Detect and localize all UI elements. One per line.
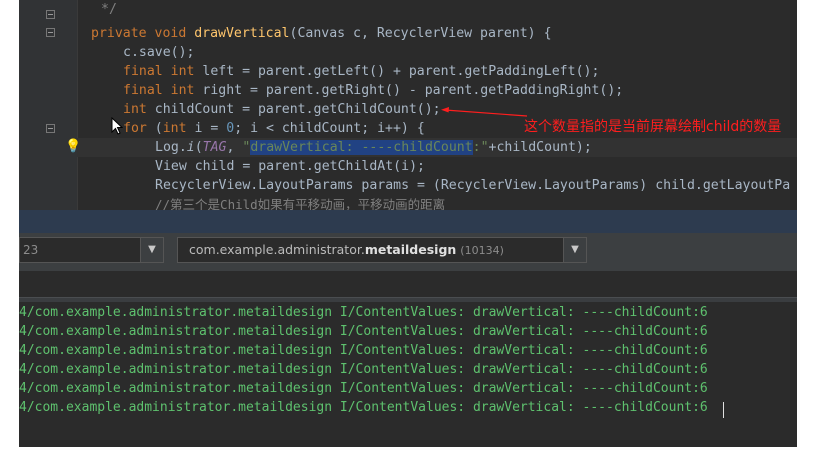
code-line-log: Log.i(TAG, "drawVertical: ----childCount… [155,140,592,155]
log-line: 4/com.example.administrator.metaildesign… [19,381,708,396]
code-line: for (int i = 0; i < childCount; i++) { [123,121,425,136]
panel-divider[interactable] [19,297,797,302]
log-line: 4/com.example.administrator.metaildesign… [19,343,708,358]
log-line: 4/com.example.administrator.metaildesign… [19,305,708,320]
red-arrow-icon [441,107,528,117]
editor-gutter [19,0,78,210]
fold-marker-icon[interactable] [46,28,55,37]
screenshot: 💡 */ private void drawVertical(Canvas c,… [19,0,797,447]
annotation-note: 这个数量指的是当前屏幕绘制child的数量 [524,119,782,135]
dropdown-arrow-icon[interactable]: ▼ [140,238,163,262]
code-line: final int left = parent.getLeft() + pare… [123,64,600,79]
code-line: View child = parent.getChildAt(i); [155,159,425,174]
process-dropdown[interactable]: com.example.administrator.metaildesign (… [177,237,587,263]
fold-marker-icon[interactable] [46,124,55,133]
code-line: int childCount = parent.getChildCount(); [123,102,441,117]
selected-text: drawVertical: ----childCount [250,140,473,155]
log-line: 4/com.example.administrator.metaildesign… [19,400,708,415]
code-line: RecyclerView.LayoutParams params = (Recy… [155,178,791,193]
mouse-cursor-icon [111,117,123,135]
code-line: final int right = parent.getRight() - pa… [123,83,624,98]
code-line: c.save(); [123,45,195,60]
log-line: 4/com.example.administrator.metaildesign… [19,362,708,377]
dropdown-arrow-icon[interactable]: ▼ [563,238,586,262]
process-name: com.example.administrator.metaildesign (… [189,242,504,257]
editor-scroll-band [19,210,797,233]
code-line: private void drawVertical(Canvas c, Recy… [91,26,552,41]
lightbulb-icon[interactable]: 💡 [65,139,81,154]
device-dropdown[interactable]: 23 ▼ [19,237,164,263]
device-dropdown-value: 23 [23,243,39,257]
fold-marker-icon[interactable] [46,10,55,19]
logcat-output[interactable]: 4/com.example.administrator.metaildesign… [19,303,797,447]
log-line: 4/com.example.administrator.metaildesign… [19,324,708,339]
code-line: */ [101,2,117,17]
code-editor[interactable]: 💡 */ private void drawVertical(Canvas c,… [19,0,797,212]
text-caret [723,402,724,418]
